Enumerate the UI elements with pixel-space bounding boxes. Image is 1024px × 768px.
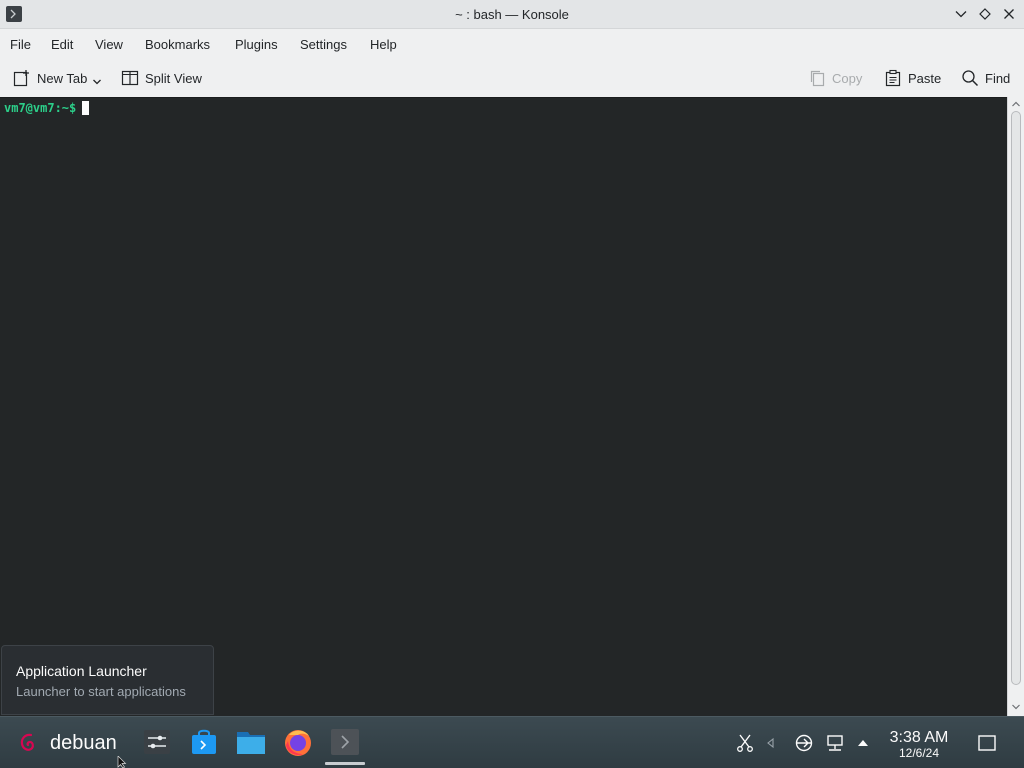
- menu-view[interactable]: View: [95, 37, 123, 52]
- clock-time[interactable]: 3:38 AM: [880, 729, 958, 747]
- split-view-button[interactable]: Split View: [121, 68, 202, 88]
- menu-settings[interactable]: Settings: [300, 37, 347, 52]
- taskbar: debuan 3:38 AM 12/6/24: [0, 716, 1024, 768]
- terminal-area[interactable]: vm7@vm7:~$: [0, 97, 1007, 716]
- new-tab-button[interactable]: New Tab: [13, 68, 102, 88]
- konsole-window: ~ : bash — Konsole File Edit View Bookma…: [0, 0, 1024, 716]
- find-button[interactable]: Find: [961, 68, 1010, 88]
- task-system-settings[interactable]: [141, 726, 173, 758]
- system-settings-icon: [144, 730, 170, 754]
- volume-icon: [767, 737, 774, 749]
- copy-button[interactable]: Copy: [808, 68, 862, 88]
- new-tab-icon: [13, 70, 29, 87]
- firefox-icon: [285, 730, 311, 756]
- find-label: Find: [985, 70, 1011, 86]
- menu-bookmarks[interactable]: Bookmarks: [145, 37, 210, 52]
- window-title: ~ : bash — Konsole: [455, 7, 569, 22]
- paste-label: Paste: [908, 70, 942, 86]
- mouse-pointer-icon: [117, 756, 127, 768]
- network-vpn-icon: [795, 734, 813, 752]
- discover-store-icon: [192, 729, 216, 754]
- terminal-scrollbar[interactable]: [1007, 97, 1024, 716]
- tooltip-title: Application Launcher: [16, 663, 147, 679]
- chevron-down-icon[interactable]: [92, 77, 102, 87]
- minimize-button[interactable]: [952, 5, 970, 23]
- task-file-manager[interactable]: [235, 726, 267, 758]
- konsole-icon: [331, 729, 359, 755]
- task-discover[interactable]: [188, 726, 220, 758]
- shell-prompt: vm7@vm7:~$: [4, 101, 77, 115]
- maximize-button[interactable]: [976, 5, 994, 23]
- tray-scissors[interactable]: [735, 733, 755, 753]
- menu-help[interactable]: Help: [370, 37, 397, 52]
- menu-bar: File Edit View Bookmarks Plugins Setting…: [0, 29, 1024, 59]
- clock-date[interactable]: 12/6/24: [880, 746, 958, 760]
- split-view-icon: [121, 70, 139, 86]
- search-icon: [962, 70, 979, 87]
- task-firefox[interactable]: [282, 726, 314, 758]
- task-konsole[interactable]: [325, 726, 365, 765]
- tooltip-subtitle: Launcher to start applications: [16, 684, 186, 699]
- show-desktop-icon[interactable]: [977, 733, 997, 753]
- scroll-up-icon[interactable]: [1011, 99, 1021, 109]
- prompt-line: vm7@vm7:~$: [4, 101, 90, 115]
- menu-file[interactable]: File: [10, 37, 31, 52]
- application-launcher-tooltip: Application Launcher Launcher to start a…: [1, 645, 214, 715]
- tray-expand[interactable]: [853, 733, 873, 753]
- toolbar: New Tab Split View Copy Paste Find: [0, 59, 1024, 97]
- split-view-label: Split View: [145, 70, 202, 86]
- file-manager-icon: [237, 732, 265, 754]
- scroll-down-icon[interactable]: [1011, 702, 1021, 712]
- debian-swirl-icon: [20, 733, 34, 751]
- title-bar[interactable]: ~ : bash — Konsole: [0, 0, 1024, 29]
- launcher-label: debuan: [50, 731, 117, 754]
- text-cursor: [82, 101, 90, 115]
- scissors-icon: [737, 734, 753, 752]
- application-launcher-button[interactable]: debuan: [16, 727, 117, 759]
- chevron-down-icon: [955, 11, 967, 18]
- new-tab-label: New Tab: [37, 70, 88, 86]
- tray-network[interactable]: [825, 733, 845, 753]
- tray-volume[interactable]: [760, 733, 780, 753]
- diamond-icon: [979, 8, 991, 20]
- menu-edit[interactable]: Edit: [51, 37, 73, 52]
- display-network-icon: [827, 735, 843, 751]
- tray-expand-arrow-icon: [858, 740, 868, 746]
- copy-label: Copy: [832, 70, 863, 86]
- close-button[interactable]: [1000, 5, 1018, 23]
- copy-icon: [810, 70, 825, 87]
- menu-plugins[interactable]: Plugins: [235, 37, 278, 52]
- paste-button[interactable]: Paste: [884, 68, 941, 88]
- close-icon: [1004, 9, 1014, 19]
- scrollbar-thumb[interactable]: [1011, 111, 1021, 685]
- tray-network-vpn[interactable]: [794, 733, 814, 753]
- paste-icon: [885, 69, 901, 87]
